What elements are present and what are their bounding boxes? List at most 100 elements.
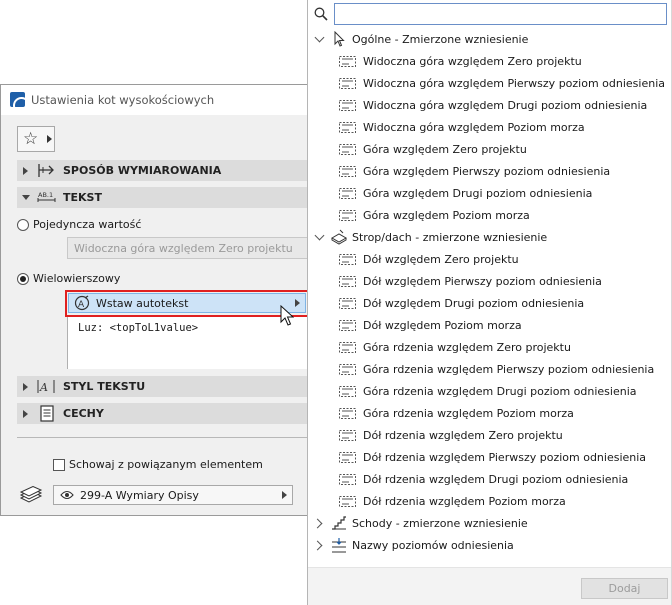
list-item-label: Dół względem Pierwszy poziom odniesienia <box>363 275 602 288</box>
category-slab-roof[interactable]: Strop/dach - zmierzone wzniesienie <box>308 227 668 249</box>
list-item-label: Góra rdzenia względem Zero projektu <box>363 341 571 354</box>
list-item-label: Góra rdzenia względem Pierwszy poziom od… <box>363 363 655 376</box>
multiline-label: Wielowierszowy <box>33 272 121 285</box>
list-item[interactable]: Góra rdzenia względem Zero projektu <box>308 337 668 359</box>
favorites-button[interactable]: ☆ <box>17 126 55 152</box>
single-value-radio[interactable] <box>17 219 29 231</box>
category-general[interactable]: Ogólne - Zmierzone wzniesienie <box>308 29 668 51</box>
search-icon <box>314 7 328 21</box>
list-item-label: Widoczna góra względem Drugi poziom odni… <box>363 99 648 112</box>
list-item[interactable]: Góra rdzenia względem Pierwszy poziom od… <box>308 359 668 381</box>
chevron-right-icon <box>47 135 52 143</box>
list-item[interactable]: Dół względem Poziom morza <box>308 315 668 337</box>
autotext-field-icon <box>339 496 356 507</box>
archicad-app-icon <box>10 92 25 107</box>
list-item[interactable]: Widoczna góra względem Drugi poziom odni… <box>308 95 668 117</box>
list-item[interactable]: Góra względem Poziom morza <box>308 205 668 227</box>
section-properties[interactable]: CECHY <box>17 403 309 424</box>
section-label: CECHY <box>63 407 104 420</box>
list-item[interactable]: Dół względem Zero projektu <box>308 249 668 271</box>
list-item[interactable]: Dół rdzenia względem Zero projektu <box>308 425 668 447</box>
section-dimensioning-method[interactable]: SPOSÓB WYMIAROWANIA <box>17 160 309 181</box>
divider <box>17 437 309 438</box>
collapse-arrow-icon <box>23 167 28 175</box>
list-item[interactable]: Dół względem Pierwszy poziom odniesienia <box>308 271 668 293</box>
autotext-field-icon <box>339 298 356 309</box>
single-value-dropdown: Widoczna góra względem Zero projektu <box>67 237 309 259</box>
list-item[interactable]: Dół względem Drugi poziom odniesienia <box>308 293 668 315</box>
list-item[interactable]: Góra względem Drugi poziom odniesienia <box>308 183 668 205</box>
autotext-field-icon <box>339 320 356 331</box>
section-label: SPOSÓB WYMIAROWANIA <box>63 164 222 177</box>
autotext-field-icon <box>339 122 356 133</box>
list-item-label: Dół rdzenia względem Poziom morza <box>363 495 566 508</box>
list-item-label: Góra względem Pierwszy poziom odniesieni… <box>363 165 611 178</box>
collapse-arrow-icon <box>23 410 28 418</box>
chevron-down-icon <box>314 230 325 241</box>
multiline-radio[interactable] <box>17 273 29 285</box>
autotext-field-icon <box>339 276 356 287</box>
autotext-field-icon <box>339 144 356 155</box>
highlight-box <box>65 290 309 317</box>
autotext-field-icon <box>339 474 356 485</box>
chevron-right-icon <box>282 491 287 499</box>
chevron-right-icon <box>312 540 323 551</box>
svg-text:AB.1: AB.1 <box>38 191 53 199</box>
list-item-label: Widoczna góra względem Poziom morza <box>363 121 585 134</box>
add-button[interactable]: Dodaj <box>581 578 668 599</box>
autotext-field-icon <box>339 166 356 177</box>
autotext-popup: Ogólne - Zmierzone wzniesienie Widoczna … <box>307 0 672 605</box>
multiline-text-area[interactable]: Luz: <topToL1value> <box>67 315 309 369</box>
category-label: Strop/dach - zmierzone wzniesienie <box>352 231 548 244</box>
svg-text:A: A <box>39 381 48 394</box>
autotext-field-icon <box>339 188 356 199</box>
autotext-field-icon <box>339 100 356 111</box>
category-stairs[interactable]: Schody - zmierzone wzniesienie <box>308 513 668 535</box>
list-item-label: Dół rdzenia względem Drugi poziom odnies… <box>363 473 629 486</box>
list-item[interactable]: Góra rdzenia względem Drugi poziom odnie… <box>308 381 668 403</box>
autotext-field-icon <box>339 342 356 353</box>
autotext-field-icon <box>339 56 356 67</box>
list-item[interactable]: Góra względem Pierwszy poziom odniesieni… <box>308 161 668 183</box>
list-item[interactable]: Widoczna góra względem Poziom morza <box>308 117 668 139</box>
eye-icon <box>60 490 74 500</box>
category-label: Schody - zmierzone wzniesienie <box>352 517 528 530</box>
list-item[interactable]: Dół rdzenia względem Poziom morza <box>308 491 668 513</box>
section-text[interactable]: AB.1 TEKST <box>17 187 309 208</box>
list-item-label: Dół rdzenia względem Pierwszy poziom odn… <box>363 451 647 464</box>
list-item-label: Góra rdzenia względem Poziom morza <box>363 407 574 420</box>
list-item-label: Widoczna góra względem Zero projektu <box>363 55 582 68</box>
text-label-icon: AB.1 <box>37 191 56 202</box>
hide-with-element-label: Schowaj z powiązanym elementem <box>69 458 263 471</box>
autotext-field-icon <box>339 364 356 375</box>
list-item-label: Dół względem Poziom morza <box>363 319 522 332</box>
properties-icon <box>40 405 54 422</box>
autotext-field-icon <box>339 408 356 419</box>
category-label: Ogólne - Zmierzone wzniesienie <box>352 33 529 46</box>
list-item[interactable]: Widoczna góra względem Pierwszy poziom o… <box>308 73 668 95</box>
slab-icon <box>331 229 347 245</box>
section-label: STYL TEKSTU <box>63 380 146 393</box>
search-input[interactable] <box>334 3 667 25</box>
list-item[interactable]: Dół rdzenia względem Drugi poziom odnies… <box>308 469 668 491</box>
autotext-field-icon <box>339 430 356 441</box>
chevron-right-icon <box>312 518 323 529</box>
autotext-field-icon <box>339 254 356 265</box>
autotext-field-icon <box>339 452 356 463</box>
list-item-label: Dół względem Zero projektu <box>363 253 519 266</box>
list-item[interactable]: Góra względem Zero projektu <box>308 139 668 161</box>
chevron-down-icon <box>314 32 325 43</box>
list-item-label: Góra względem Zero projektu <box>363 143 527 156</box>
list-item[interactable]: Widoczna góra względem Zero projektu <box>308 51 668 73</box>
section-text-style[interactable]: A STYL TEKSTU <box>17 376 309 397</box>
list-item[interactable]: Dół rdzenia względem Pierwszy poziom odn… <box>308 447 668 469</box>
elevation-dimension-settings-dialog: Ustawienia kot wysokościowych ☆ SPOSÓB W… <box>0 84 309 516</box>
hide-with-element-checkbox[interactable] <box>53 459 65 471</box>
layers-icon <box>19 486 43 503</box>
category-reference-levels[interactable]: Nazwy poziomów odniesienia <box>308 535 668 557</box>
layer-label: 299-A Wymiary Opisy <box>80 489 199 502</box>
text-content: Luz: <topToL1value> <box>78 322 199 334</box>
layer-dropdown[interactable]: 299-A Wymiary Opisy <box>53 485 293 505</box>
list-item[interactable]: Góra rdzenia względem Poziom morza <box>308 403 668 425</box>
list-item-label: Dół względem Drugi poziom odniesienia <box>363 297 585 310</box>
